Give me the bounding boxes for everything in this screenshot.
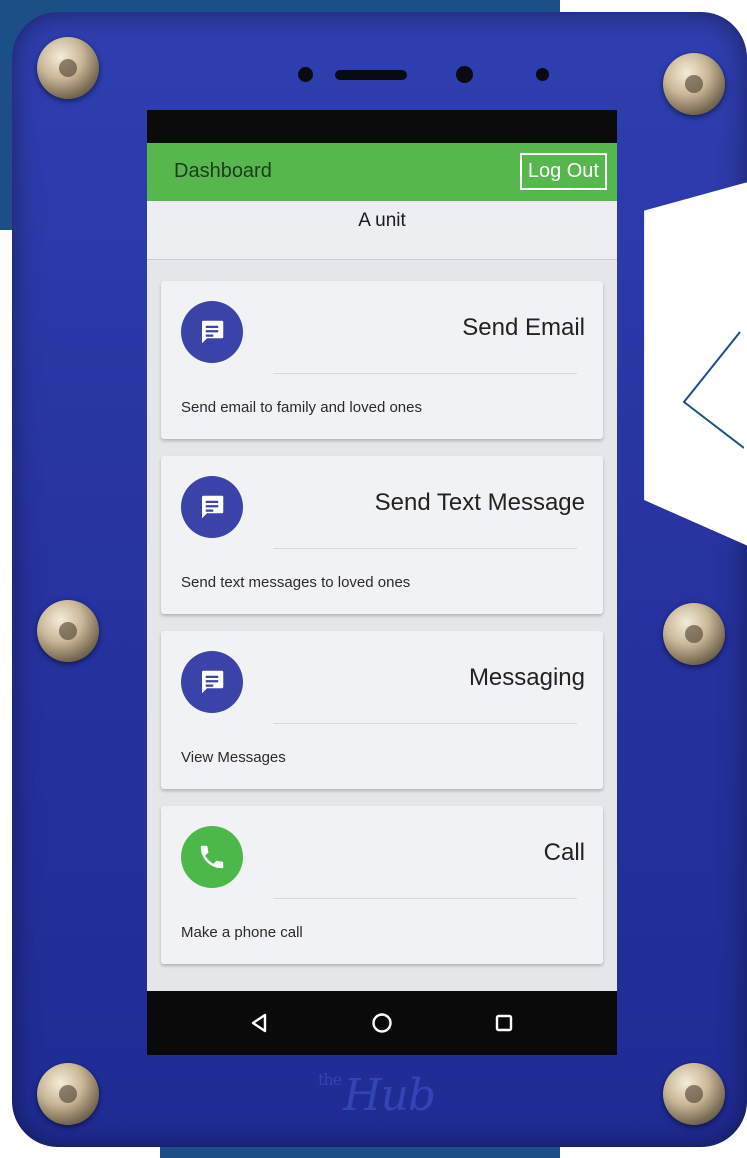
card-description: View Messages — [181, 749, 286, 766]
card-divider — [273, 373, 577, 374]
light-sensor — [536, 68, 549, 81]
dashboard-content: A unit Send Email Send email to family a… — [147, 201, 617, 991]
brand-small-text: the — [318, 1070, 342, 1089]
send-text-message-card[interactable]: Send Text Message Send text messages to … — [161, 456, 603, 614]
unit-label: A unit — [147, 201, 617, 260]
proximity-sensor — [456, 66, 473, 83]
home-circle-icon[interactable] — [362, 1003, 402, 1043]
screw-top-left — [37, 37, 99, 99]
recents-square-icon[interactable] — [484, 1003, 524, 1043]
logout-button[interactable]: Log Out — [519, 153, 607, 190]
card-title: Messaging — [468, 664, 585, 691]
screw-bottom-right — [663, 1063, 725, 1125]
device-screen: Dashboard Log Out A unit Send Email Send… — [147, 110, 617, 1055]
brand-logo: theHub — [318, 1070, 436, 1121]
message-icon — [181, 301, 243, 363]
messaging-card[interactable]: Messaging View Messages — [161, 631, 603, 789]
app-title: Dashboard — [174, 160, 272, 182]
card-divider — [273, 548, 577, 549]
card-title: Call — [543, 839, 585, 866]
card-title: Send Text Message — [374, 489, 585, 516]
message-icon — [181, 476, 243, 538]
earpiece-speaker — [335, 70, 407, 80]
brand-name: Hub — [343, 1070, 436, 1121]
callout-shape — [682, 331, 744, 449]
card-divider — [273, 723, 577, 724]
phone-icon — [181, 826, 243, 888]
screw-top-right — [663, 53, 725, 115]
call-card[interactable]: Call Make a phone call — [161, 806, 603, 964]
card-description: Send text messages to loved ones — [181, 574, 411, 591]
message-icon — [181, 651, 243, 713]
screw-middle-right — [663, 603, 725, 665]
back-triangle-icon[interactable] — [239, 1003, 279, 1043]
card-divider — [273, 898, 577, 899]
card-title: Send Email — [462, 314, 585, 341]
app-bar: Dashboard Log Out — [147, 143, 617, 201]
card-description: Make a phone call — [181, 924, 303, 941]
card-description: Send email to family and loved ones — [181, 399, 422, 416]
front-camera — [298, 67, 313, 82]
android-nav-bar — [147, 991, 617, 1055]
screw-bottom-left — [37, 1063, 99, 1125]
send-email-card[interactable]: Send Email Send email to family and love… — [161, 281, 603, 439]
screw-middle-left — [37, 600, 99, 662]
